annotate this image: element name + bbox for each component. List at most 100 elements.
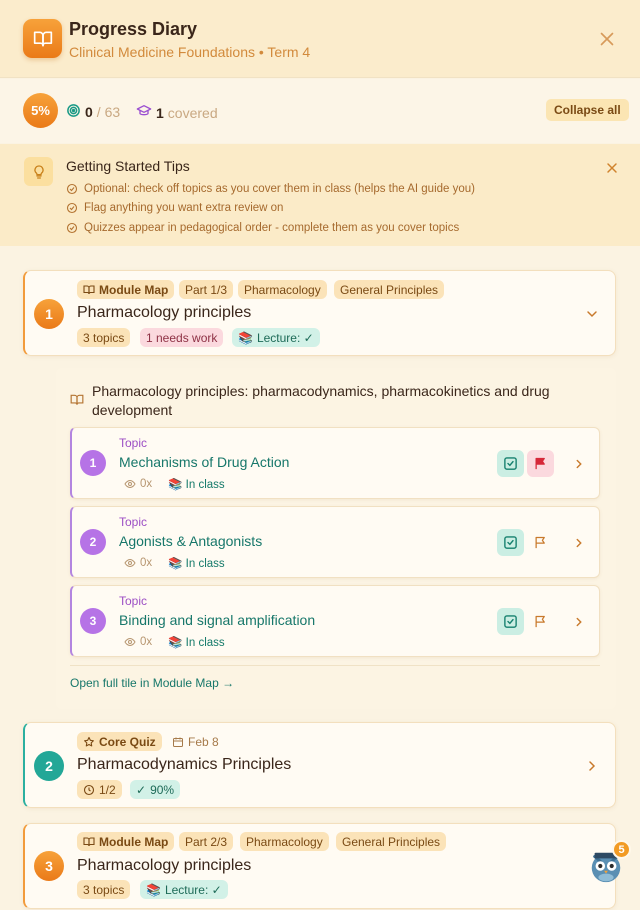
flag-button[interactable] [527,529,554,556]
course-subtitle: Clinical Medicine Foundations • Term 4 [69,44,311,60]
in-class-status: 📚 In class [168,558,225,570]
topic-number: 2 [80,529,106,555]
close-icon[interactable] [596,28,618,50]
needs-work-chip: 1 needs work [140,328,224,347]
topic-row[interactable]: Topic 1 Mechanisms of Drug Action 0x 📚 I… [70,427,600,499]
tip-text: Quizzes appear in pedagogical order - co… [84,221,460,234]
getting-started-tips: Getting Started Tips Optional: check off… [0,144,640,246]
mark-covered-button[interactable] [497,450,524,477]
chevron-down-icon[interactable] [584,306,600,322]
divider [70,665,600,666]
chevron-right-icon[interactable] [572,536,586,550]
views-count: 0x [124,636,152,648]
module-card[interactable]: 1 Module Map Part 1/3 Pharmacology Gener… [23,270,616,356]
collapse-all-button[interactable]: Collapse all [546,99,629,121]
attempts-chip: 1/2 [77,780,122,799]
topic-meta: 0x 📚 In class [124,635,225,649]
tip-item: Quizzes appear in pedagogical order - co… [66,218,475,238]
check-circle-icon [66,183,78,194]
category-chip: General Principles [336,832,447,851]
close-tips-icon[interactable] [604,160,620,176]
books-icon: 📚 [238,330,253,345]
eye-icon [124,558,136,568]
star-icon [84,736,94,746]
book-icon [23,19,62,58]
score-chip: ✓ 90% [130,780,181,799]
progress-summary: 5% 0 / 63 1 covered Collapse all [0,79,640,143]
chevron-right-icon[interactable] [572,615,586,629]
lecture-chip: 📚 Lecture: ✓ [140,880,228,899]
topic-kind-label: Topic [119,436,148,450]
topic-kind-label: Topic [119,515,148,529]
tip-item: Optional: check off topics as you cover … [66,179,475,199]
flag-icon [535,536,545,549]
page-title: Progress Diary [69,19,198,39]
clock-icon [83,784,95,795]
progress-percent: 5% [23,93,58,128]
module-map-tag[interactable]: Module Map [77,280,175,299]
part-chip: Part 2/3 [179,832,234,851]
chevron-right-icon[interactable] [584,758,600,774]
mark-covered-button[interactable] [497,608,524,635]
diary-header: Progress Diary Clinical Medicine Foundat… [0,0,640,78]
module-map-tag[interactable]: Module Map [77,832,175,851]
flag-button[interactable] [527,608,554,635]
checkbox-icon [504,536,517,549]
category-chip: General Principles [334,280,445,299]
open-module-map-link[interactable]: Open full tile in Module Map → [70,676,234,690]
covered-label: covered [167,104,218,121]
subject-chip: Pharmacology [238,280,327,299]
tag-label: Module Map [99,834,169,849]
chevron-right-icon[interactable] [572,457,586,471]
module-card[interactable]: 3 Module Map Part 2/3 Pharmacology Gener… [23,823,616,909]
book-icon [83,836,95,846]
eye-icon [124,479,136,489]
quizzes-done-stat: 0 / 63 [66,103,120,121]
module-expanded-panel: Pharmacology principles: pharmacodynamic… [56,368,616,709]
in-class-status: 📚 In class [168,479,225,491]
covered-count: 1 [156,104,164,121]
lecture-label: Lecture: ✓ [164,882,222,897]
eye-icon [124,637,136,647]
books-icon: 📚 [146,882,161,897]
topics-count-chip: 3 topics [77,880,131,899]
total-count: / 63 [96,104,121,120]
tips-list: Optional: check off topics as you cover … [66,179,475,238]
tips-title: Getting Started Tips [66,158,190,174]
quiz-title: Pharmacodynamics Principles [77,756,292,773]
topic-meta: 0x 📚 In class [124,477,225,491]
mark-covered-button[interactable] [497,529,524,556]
graduation-cap-icon [136,103,152,122]
module-title: Pharmacology principles [77,857,252,874]
expanded-heading: Pharmacology principles: pharmacodynamic… [92,383,550,418]
quiz-card[interactable]: 2 Core Quiz Feb 8 Pharmacodynamics Princ… [23,722,616,808]
check-circle-icon [66,222,78,233]
calendar-icon [173,737,183,747]
topic-name[interactable]: Agonists & Antagonists [119,533,262,549]
book-open-icon [70,393,84,407]
checkbox-icon [504,457,517,470]
module-number: 3 [34,851,64,881]
topic-number: 3 [80,608,106,634]
check-circle-icon [66,203,78,214]
topic-name[interactable]: Binding and signal amplification [119,612,315,628]
lecture-chip: 📚 Lecture: ✓ [232,328,320,347]
target-icon [66,103,81,121]
flag-button[interactable] [527,450,554,477]
views-count: 0x [124,557,152,569]
subject-chip: Pharmacology [240,832,329,851]
topic-name[interactable]: Mechanisms of Drug Action [119,454,289,470]
book-icon [83,284,95,294]
tag-label: Module Map [99,282,169,297]
lecture-label: Lecture: ✓ [256,330,314,345]
lightbulb-icon [24,157,53,186]
tip-text: Flag anything you want extra review on [84,202,284,215]
topic-kind-label: Topic [119,594,148,608]
tip-text: Optional: check off topics as you cover … [84,182,475,195]
topic-row[interactable]: Topic 3 Binding and signal amplification… [70,585,600,657]
topics-count-chip: 3 topics [77,328,131,347]
done-count: 0 [85,104,93,120]
topic-row[interactable]: Topic 2 Agonists & Antagonists 0x 📚 In c… [70,506,600,578]
views-count: 0x [124,478,152,490]
topic-meta: 0x 📚 In class [124,556,225,570]
